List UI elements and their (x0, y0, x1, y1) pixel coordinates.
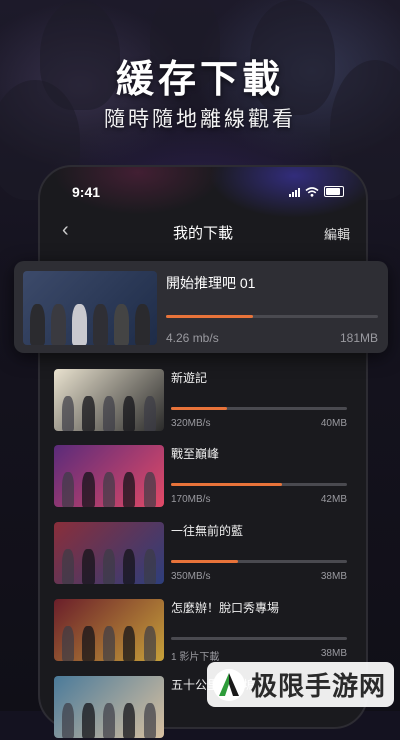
thumbnail-figures (54, 388, 164, 431)
site-watermark: 极限手游网 (206, 662, 394, 707)
download-speed: 350MB/s (171, 571, 211, 582)
show-title: 一往無前的藍 (171, 524, 244, 538)
thumbnail-figures (23, 293, 157, 345)
show-title: 戰至巔峰 (171, 447, 220, 461)
active-download-card[interactable]: 開始推理吧 01 4.26 mb/s 181MB (14, 261, 388, 353)
signal-icon (289, 187, 300, 197)
download-size: 181MB (339, 331, 378, 345)
show-thumbnail (54, 445, 164, 507)
download-progress-fill (171, 407, 228, 410)
show-title: 新遊記 (171, 371, 208, 385)
download-progress-bar (171, 407, 347, 410)
download-speed: 170MB/s (171, 494, 211, 505)
download-list-item[interactable]: 新遊記 320MB/s 40MB (52, 369, 352, 433)
show-thumbnail (54, 599, 164, 661)
download-progress-fill (166, 315, 253, 318)
status-time: 9:41 (72, 184, 101, 200)
show-title: 怎麼辦！脫口秀專場 (171, 601, 280, 615)
show-thumbnail (54, 522, 164, 584)
thumbnail-figures (54, 464, 164, 507)
download-speed: 320MB/s (171, 418, 211, 429)
watermark-logo-icon (212, 668, 245, 701)
download-progress-bar (171, 560, 347, 563)
download-progress-fill (171, 560, 238, 563)
show-thumbnail (54, 369, 164, 431)
thumbnail-figures (54, 618, 164, 661)
battery-icon (324, 186, 344, 197)
promo-title: 緩存下載 (115, 59, 284, 101)
promo-subtitle: 隨時隨地離線觀看 (104, 108, 296, 131)
download-list-item[interactable]: 戰至巔峰 170MB/s 42MB (52, 445, 352, 509)
download-list-item[interactable]: 一往無前的藍 350MB/s 38MB (52, 522, 352, 586)
download-size: 38MB (320, 571, 347, 582)
download-progress-bar (166, 315, 378, 318)
episode-thumbnail (23, 271, 157, 345)
status-icons (289, 186, 344, 197)
show-thumbnail (54, 676, 164, 738)
download-speed: 1 影片下載 (171, 652, 220, 663)
edit-button[interactable]: 編輯 (324, 224, 350, 243)
thumbnail-figures (54, 695, 164, 738)
watermark-text: 极限手游网 (250, 671, 386, 701)
wifi-icon (305, 186, 319, 197)
thumbnail-figures (54, 541, 164, 584)
download-title: 開始推理吧 01 (166, 275, 256, 291)
download-progress-bar (171, 637, 347, 640)
download-progress-fill (171, 483, 282, 486)
download-list-item[interactable]: 怎麼辦！脫口秀專場 1 影片下載 38MB (52, 599, 352, 663)
download-size: 40MB (320, 418, 347, 429)
page-title: 我的下載 (172, 225, 233, 242)
download-progress-bar (171, 483, 347, 486)
download-size: 42MB (320, 494, 347, 505)
download-size: 38MB (320, 648, 347, 659)
download-speed: 4.26 mb/s (166, 331, 219, 345)
